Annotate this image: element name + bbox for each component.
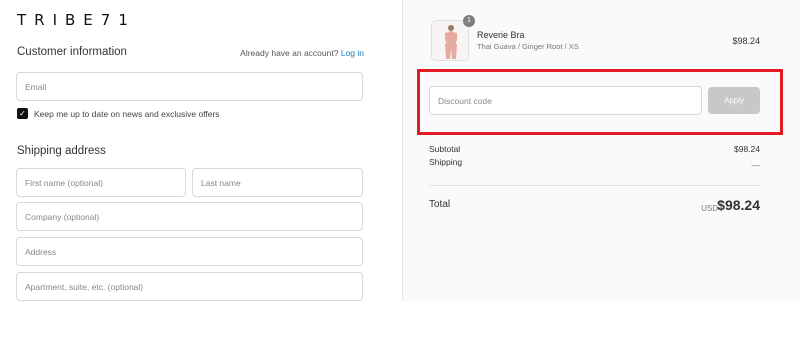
page-bottom-area bbox=[402, 301, 800, 339]
login-link[interactable]: Log in bbox=[341, 48, 364, 58]
total-label: Total bbox=[429, 199, 451, 210]
newsletter-checkbox[interactable]: ✓ bbox=[17, 108, 28, 119]
company-field[interactable] bbox=[17, 203, 362, 230]
subtotal-label: Subtotal bbox=[429, 144, 461, 154]
address-field-wrapper bbox=[16, 237, 363, 266]
product-name: Reverie Bra bbox=[477, 30, 525, 40]
checkmark-icon: ✓ bbox=[19, 108, 26, 118]
discount-highlight-box bbox=[417, 69, 783, 135]
shipping-value: — bbox=[751, 160, 761, 170]
newsletter-label: Keep me up to date on news and exclusive… bbox=[34, 108, 220, 119]
first-name-field-wrapper bbox=[16, 168, 186, 197]
product-thumbnail bbox=[431, 20, 469, 61]
subtotal-value: $98.24 bbox=[734, 144, 760, 154]
product-image-icon bbox=[432, 21, 468, 60]
apartment-field[interactable] bbox=[17, 273, 362, 300]
shipping-label: Shipping bbox=[429, 157, 463, 167]
last-name-field[interactable] bbox=[193, 169, 362, 196]
shipping-address-title: Shipping address bbox=[17, 145, 106, 157]
total-value: $98.24 bbox=[717, 197, 760, 213]
address-field[interactable] bbox=[17, 238, 362, 265]
newsletter-row: ✓ Keep me up to date on news and exclusi… bbox=[17, 108, 220, 119]
quantity-badge: 1 bbox=[463, 15, 475, 27]
product-variant: Thai Guava / Ginger Root / XS bbox=[477, 42, 579, 51]
email-field[interactable] bbox=[17, 73, 362, 100]
account-prompt-text: Already have an account? bbox=[240, 48, 339, 58]
first-name-field[interactable] bbox=[17, 169, 185, 196]
order-summary-panel: 1 Reverie Bra Thai Guava / Ginger Root /… bbox=[402, 0, 800, 301]
customer-info-title: Customer information bbox=[17, 46, 127, 58]
total-currency: USD bbox=[701, 204, 718, 213]
last-name-field-wrapper bbox=[192, 168, 363, 197]
summary-divider bbox=[429, 185, 761, 186]
email-field-wrapper bbox=[16, 72, 363, 101]
apartment-field-wrapper bbox=[16, 272, 363, 301]
company-field-wrapper bbox=[16, 202, 363, 231]
account-prompt: Already have an account? Log in bbox=[240, 48, 364, 58]
product-price: $98.24 bbox=[732, 36, 760, 46]
checkout-form-panel: TRIBE71 Customer information Already hav… bbox=[0, 0, 402, 339]
brand-logo[interactable]: TRIBE71 bbox=[17, 11, 136, 29]
